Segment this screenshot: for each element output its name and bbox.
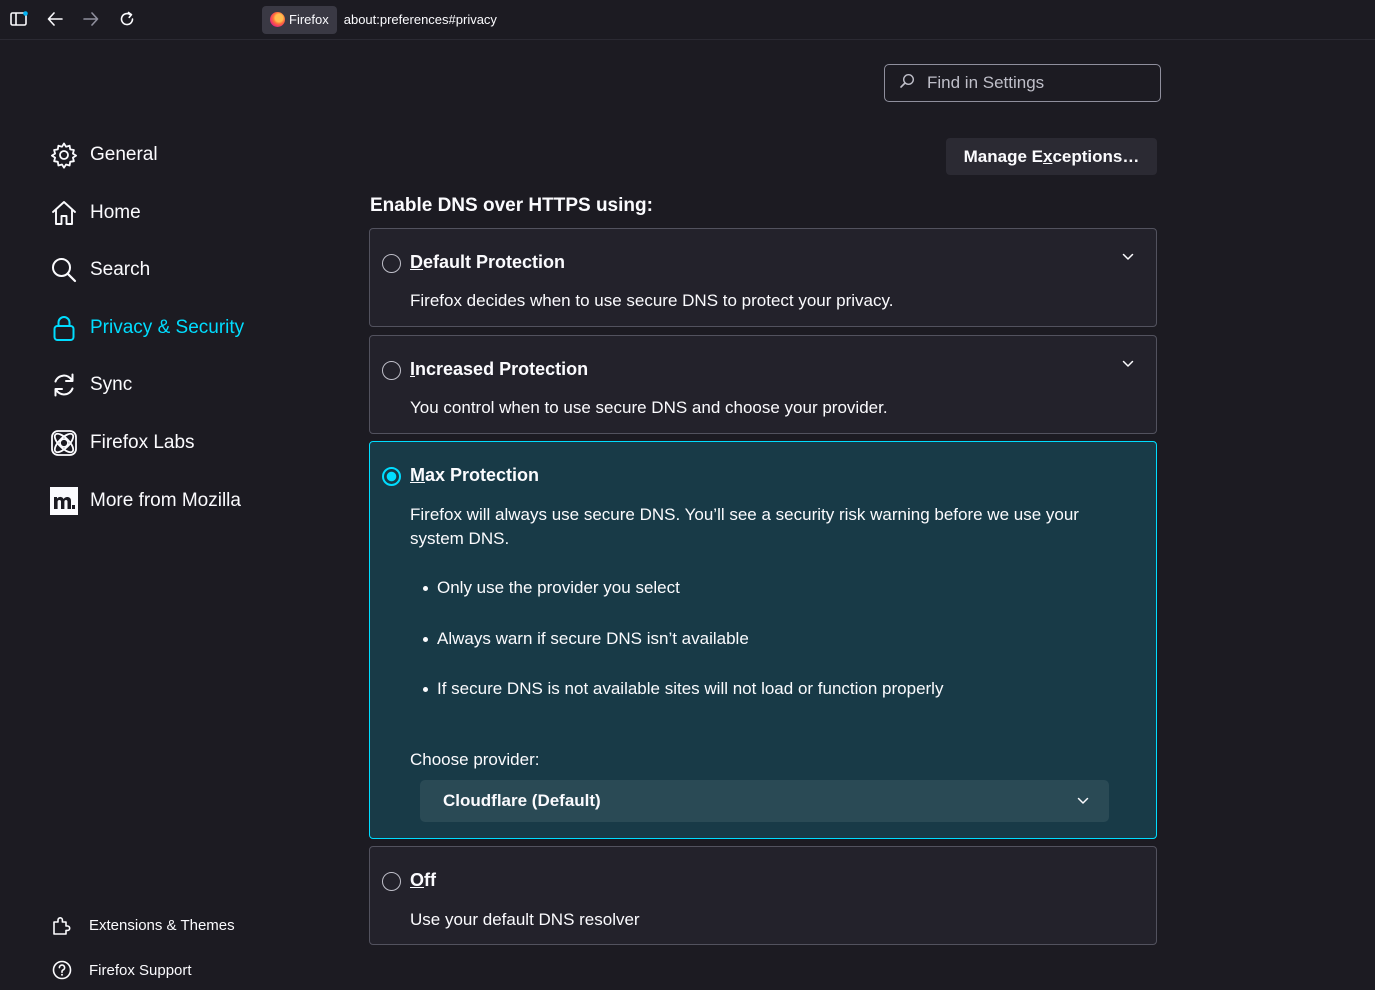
provider-select[interactable]: Cloudflare (Default) <box>420 780 1109 822</box>
list-item-text: Always warn if secure DNS isn’t availabl… <box>437 629 749 648</box>
option-accesskey: O <box>410 870 425 890</box>
chevron-down-icon[interactable] <box>1120 356 1136 372</box>
sidebar-item-label: More from Mozilla <box>90 490 241 511</box>
option-description: Use your default DNS resolver <box>410 910 640 929</box>
forward-icon[interactable] <box>78 6 104 32</box>
firefox-logo-icon <box>270 12 285 27</box>
option-title-rest: ff <box>424 870 437 890</box>
url-text[interactable]: about:preferences#privacy <box>344 12 497 27</box>
identity-box[interactable]: Firefox <box>262 5 337 34</box>
puzzle-icon <box>51 914 73 936</box>
sidebar-item-more-from-mozilla[interactable]: More from Mozilla <box>50 486 241 516</box>
bullet-icon <box>423 636 428 642</box>
url-bar[interactable]: Firefox about:preferences#privacy <box>262 4 1375 35</box>
sidebar-item-general[interactable]: General <box>50 140 158 170</box>
mozilla-logo-icon <box>50 487 78 515</box>
sidebar-item-label: Sync <box>90 374 133 395</box>
list-item: Only use the provider you select <box>423 578 680 598</box>
provider-selected-value: Cloudflare (Default) <box>443 791 601 810</box>
option-title-rest: ax Protection <box>425 465 540 485</box>
option-title: Off <box>410 870 436 891</box>
identity-label: Firefox <box>289 12 329 27</box>
list-item-text: If secure DNS is not available sites wil… <box>437 679 944 698</box>
find-in-settings-box[interactable] <box>884 64 1161 102</box>
sidebar-item-label: Firefox Labs <box>90 432 195 453</box>
dns-option-increased[interactable]: Increased Protection You control when to… <box>369 335 1157 434</box>
reload-icon[interactable] <box>114 6 140 32</box>
manage-exceptions-button[interactable]: Manage Ex ceptions… <box>946 138 1157 175</box>
back-icon[interactable] <box>42 6 68 32</box>
sidebar-toggle-icon[interactable] <box>6 6 32 32</box>
button-label-part: Manage E <box>963 146 1043 166</box>
sidebar-item-search[interactable]: Search <box>50 255 150 285</box>
button-accesskey: x <box>1042 146 1053 166</box>
home-icon <box>50 199 78 227</box>
search-icon <box>899 73 915 94</box>
provider-label: Choose provider: <box>410 750 540 769</box>
sidebar-footer-firefox-support[interactable]: Firefox Support <box>51 958 192 982</box>
help-icon <box>51 959 73 981</box>
option-title-rest: ncreased Protection <box>415 359 589 379</box>
option-accesskey: D <box>410 252 423 272</box>
chevron-down-icon[interactable] <box>1120 249 1136 265</box>
radio-default-protection[interactable] <box>382 254 401 273</box>
sidebar-item-privacy-security[interactable]: Privacy & Security <box>50 313 244 343</box>
option-description: You control when to use secure DNS and c… <box>410 398 888 417</box>
list-item-text: Only use the provider you select <box>437 578 680 597</box>
option-title: Increased Protection <box>410 359 588 380</box>
sidebar-item-label: General <box>90 144 158 165</box>
option-description: Firefox decides when to use secure DNS t… <box>410 291 894 310</box>
option-title-rest: efault Protection <box>423 252 566 272</box>
dns-option-off[interactable]: Off Use your default DNS resolver <box>369 846 1157 945</box>
sidebar-item-label: Search <box>90 259 151 280</box>
radio-off[interactable] <box>382 872 401 891</box>
list-item: Always warn if secure DNS isn’t availabl… <box>423 629 749 649</box>
dns-option-default[interactable]: Default Protection Firefox decides when … <box>369 228 1157 327</box>
button-label-part: ceptions… <box>1052 146 1140 166</box>
option-title: Max Protection <box>410 465 539 486</box>
search-input[interactable] <box>925 72 1125 94</box>
list-item: If secure DNS is not available sites wil… <box>423 679 943 699</box>
sidebar-item-home[interactable]: Home <box>50 198 141 228</box>
sidebar-item-sync[interactable]: Sync <box>50 370 132 400</box>
option-title: Default Protection <box>410 252 565 273</box>
sidebar-item-label: Privacy & Security <box>90 317 245 338</box>
option-accesskey: M <box>410 465 425 485</box>
lock-icon <box>50 314 78 342</box>
browser-toolbar: Firefox about:preferences#privacy <box>0 0 1375 40</box>
search-icon <box>50 256 78 284</box>
sidebar-footer-extensions-themes[interactable]: Extensions & Themes <box>51 913 235 937</box>
sidebar-item-firefox-labs[interactable]: Firefox Labs <box>50 428 195 458</box>
bullet-icon <box>423 585 428 591</box>
radio-increased-protection[interactable] <box>382 361 401 380</box>
footer-label: Firefox Support <box>89 961 192 979</box>
dns-option-max[interactable]: Max Protection Firefox will always use s… <box>369 441 1157 839</box>
radio-max-protection[interactable] <box>382 467 401 486</box>
dns-section-heading: Enable DNS over HTTPS using: <box>370 195 653 216</box>
gear-icon <box>50 141 78 169</box>
chevron-down-icon <box>1075 793 1091 809</box>
footer-label: Extensions & Themes <box>89 916 235 934</box>
bullet-icon <box>423 686 428 692</box>
sync-icon <box>50 371 78 399</box>
sidebar-item-label: Home <box>90 202 141 223</box>
atom-icon <box>50 429 78 457</box>
option-description: Firefox will always use secure DNS. You’… <box>410 505 1079 548</box>
